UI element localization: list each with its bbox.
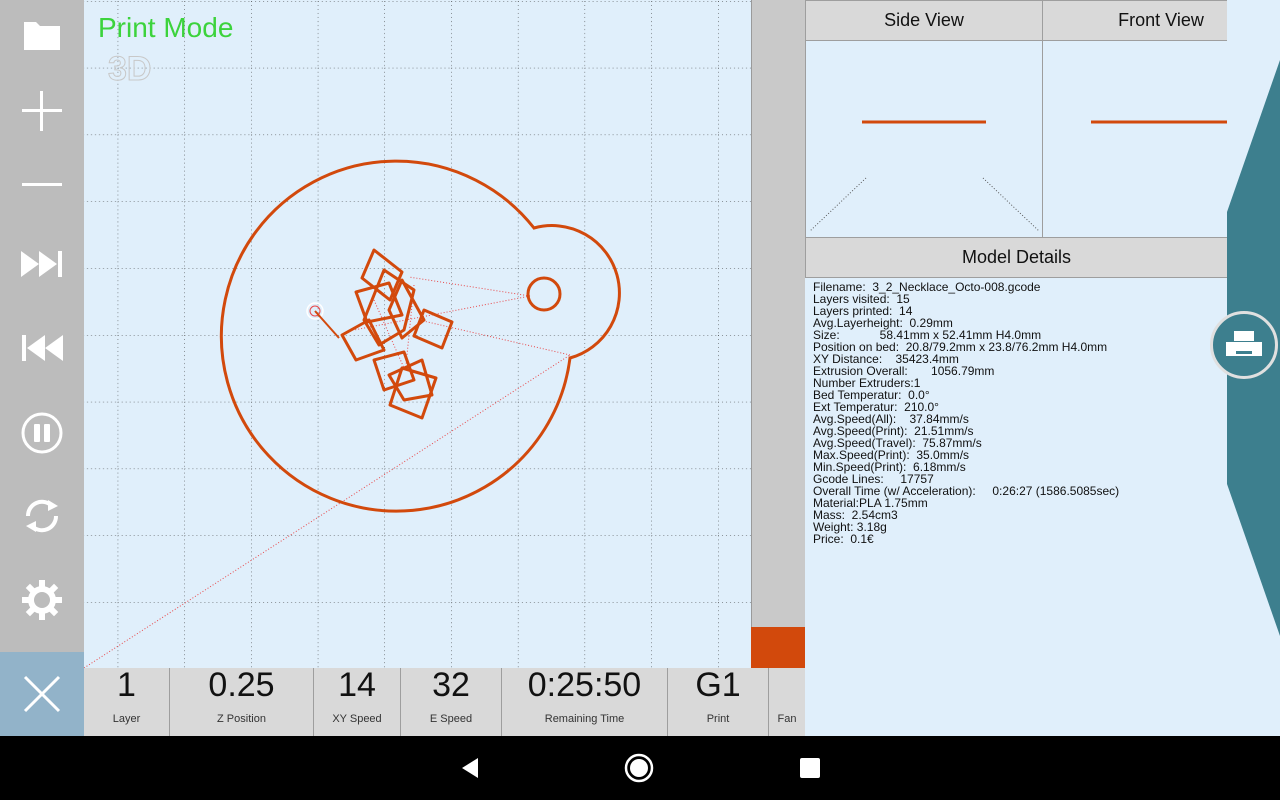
3d-view-toggle[interactable]: 3D	[108, 50, 162, 96]
stat-label: Print	[706, 713, 730, 725]
side-view-drawing	[809, 120, 1040, 232]
print-button[interactable]	[1210, 311, 1278, 379]
rewind-icon	[22, 335, 63, 361]
zoom-in-button[interactable]	[0, 69, 84, 153]
home-circle-icon	[624, 753, 654, 783]
refresh-icon	[25, 499, 59, 533]
gcode-preview	[84, 0, 751, 668]
close-icon	[23, 675, 61, 713]
mode-label: Print Mode	[98, 12, 234, 43]
stat-xy-speed: 14 XY Speed	[314, 668, 401, 736]
fast-forward-icon	[21, 251, 62, 277]
nav-home-button[interactable]	[623, 752, 655, 784]
pause-button[interactable]	[0, 391, 84, 475]
recents-square-icon	[800, 758, 820, 778]
stat-layer: 1 Layer	[84, 668, 170, 736]
stat-e-speed: 32 E Speed	[401, 668, 502, 736]
stat-fan: Fan	[769, 668, 805, 736]
detail-line: Weight: 3.18g	[813, 520, 887, 534]
nav-recents-button[interactable]	[794, 752, 826, 784]
left-toolbar	[0, 0, 84, 652]
plus-icon	[22, 91, 62, 131]
nav-back-button[interactable]	[454, 752, 486, 784]
stat-label: XY Speed	[332, 713, 382, 725]
stat-z-position: 0.25 Z Position	[170, 668, 314, 736]
stat-label: E Speed	[429, 713, 473, 725]
stat-value: 1	[117, 666, 136, 704]
fast-forward-button[interactable]	[0, 222, 84, 306]
stat-label: Layer	[112, 713, 141, 725]
close-button[interactable]	[0, 652, 84, 736]
stat-value: 32	[432, 666, 470, 704]
system-nav-bar	[0, 736, 1280, 800]
gear-icon	[22, 580, 62, 620]
side-view-title: Side View	[805, 0, 1043, 41]
open-folder-button[interactable]	[0, 0, 84, 76]
layer-slider-track[interactable]	[751, 0, 805, 668]
side-view[interactable]	[805, 40, 1043, 238]
stat-value: 0.25	[208, 666, 275, 704]
status-bar: 1 Layer 0.25 Z Position 14 XY Speed 32 E…	[84, 668, 805, 736]
printer-icon	[1226, 331, 1262, 356]
stat-value: G1	[695, 666, 741, 704]
back-triangle-icon	[462, 758, 478, 778]
model-details-list: Filename: 3_2_Necklace_Octo-008.gcode La…	[806, 278, 1227, 736]
pause-icon	[21, 412, 63, 454]
stat-label: Fan	[777, 713, 797, 725]
stat-print: G1 Print	[668, 668, 769, 736]
detail-line: Price: 0.1€	[813, 532, 874, 546]
zoom-out-button[interactable]	[0, 143, 84, 227]
model-details-title: Model Details	[805, 237, 1228, 278]
stat-label: Remaining Time	[544, 713, 625, 725]
stat-value: 14	[338, 666, 376, 704]
layer-slider-fill[interactable]	[751, 627, 805, 668]
stat-remaining-time: 0:25:50 Remaining Time	[502, 668, 668, 736]
grid	[84, 0, 751, 668]
stat-label: Z Position	[217, 713, 266, 725]
print-preview-canvas[interactable]: Print Mode 3D	[84, 0, 751, 668]
stat-value: 0:25:50	[527, 666, 642, 704]
refresh-button[interactable]	[0, 474, 84, 558]
settings-button[interactable]	[0, 558, 84, 642]
folder-icon	[24, 22, 60, 50]
rewind-button[interactable]	[0, 306, 84, 390]
minus-icon	[22, 183, 62, 186]
